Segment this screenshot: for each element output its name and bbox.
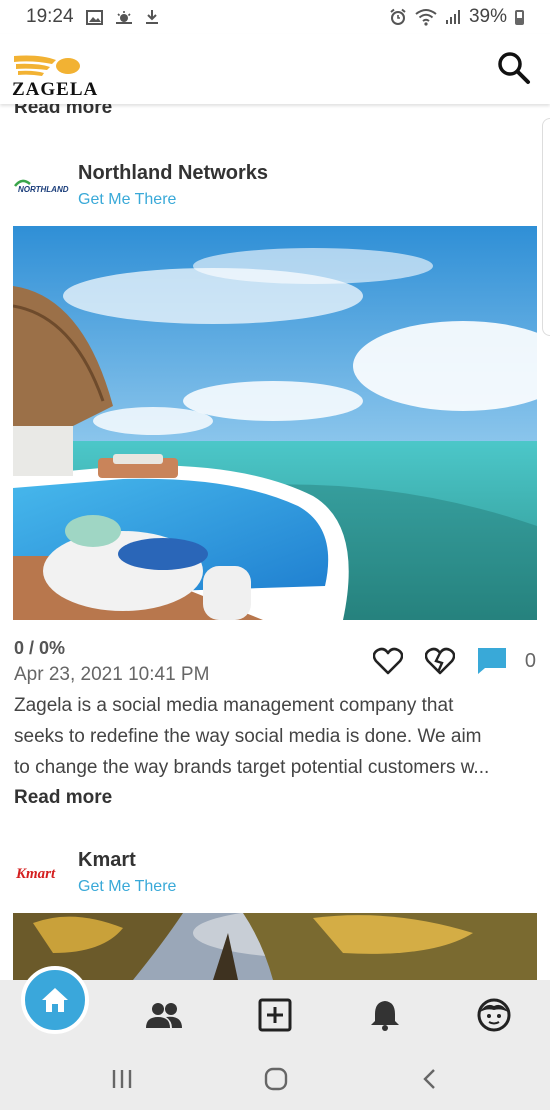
like-icon[interactable]	[372, 647, 403, 675]
battery-percent: 39%	[468, 6, 507, 27]
app-header: ZAGELA	[0, 34, 550, 104]
add-post-icon[interactable]	[257, 998, 293, 1032]
post-header: NORTHLAND Northland Networks Get Me Ther…	[0, 158, 550, 218]
post-body-line: seeks to redefine the way social media i…	[14, 726, 482, 747]
comment-count: 0	[524, 649, 536, 672]
status-bar: 19:24 39%	[0, 0, 550, 34]
post-actions: 0	[372, 647, 536, 675]
brand-name[interactable]: Kmart	[78, 849, 136, 872]
get-me-there-link[interactable]: Get Me There	[78, 878, 176, 896]
search-icon[interactable]	[496, 50, 532, 86]
weather-icon	[115, 10, 132, 24]
get-me-there-link[interactable]: Get Me There	[78, 191, 176, 209]
post-body-line: Zagela is a social media management comp…	[14, 695, 454, 716]
signal-icon	[445, 10, 460, 24]
kmart-logo[interactable]: Kmart	[14, 862, 72, 884]
post-image-resort[interactable]	[13, 226, 537, 620]
gallery-icon	[85, 9, 103, 25]
comment-icon[interactable]	[477, 647, 507, 675]
status-time: 19:24	[26, 6, 74, 27]
brand-name[interactable]: Northland Networks	[78, 162, 268, 185]
wifi-icon	[415, 9, 437, 26]
dislike-icon[interactable]	[424, 647, 455, 675]
people-icon[interactable]	[146, 998, 182, 1032]
bottom-nav	[0, 966, 550, 1048]
notifications-icon[interactable]	[367, 998, 403, 1032]
logo-text: ZAGELA	[12, 79, 99, 100]
profile-icon[interactable]	[476, 998, 512, 1032]
read-more-link[interactable]: Read more	[14, 787, 112, 809]
alarm-icon	[390, 8, 406, 25]
post-body: Zagela is a social media management comp…	[14, 690, 538, 783]
feed[interactable]: Read more NORTHLAND Northland Networks G…	[0, 104, 550, 980]
post-header: Kmart Kmart Get Me There	[0, 845, 550, 905]
post-score: 0 / 0%	[14, 638, 66, 658]
battery-icon	[515, 9, 524, 25]
northland-logo[interactable]: NORTHLAND	[14, 175, 72, 197]
kmart-logo-text: Kmart	[15, 866, 56, 882]
home-icon	[42, 988, 68, 1012]
recent-apps-icon[interactable]	[107, 1066, 137, 1092]
northland-logo-text: NORTHLAND	[18, 185, 69, 194]
post-date: Apr 23, 2021 10:41 PM	[14, 664, 210, 685]
read-more-link[interactable]: Read more	[14, 104, 112, 119]
back-icon[interactable]	[415, 1066, 445, 1092]
post-image-trees[interactable]	[13, 913, 537, 980]
home-button[interactable]	[21, 966, 89, 1034]
post-body-line: to change the way brands target potentia…	[14, 757, 490, 778]
download-icon	[145, 10, 158, 24]
system-nav	[0, 1048, 550, 1110]
edge-panel-handle[interactable]	[542, 118, 550, 336]
home-circle-icon[interactable]	[261, 1066, 291, 1092]
